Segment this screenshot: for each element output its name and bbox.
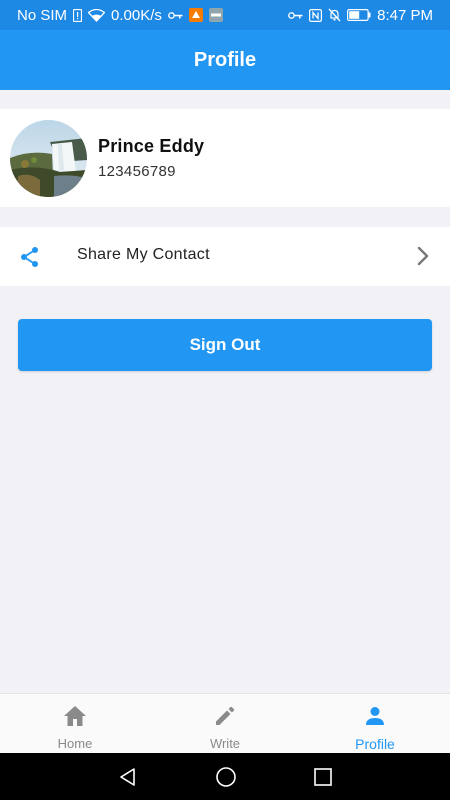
profile-card[interactable]: Prince Eddy 123456789 xyxy=(0,109,450,207)
avatar[interactable] xyxy=(10,119,87,197)
wifi-icon xyxy=(88,8,106,22)
nav-item-write[interactable]: Write xyxy=(150,694,300,753)
sign-out-button[interactable]: Sign Out xyxy=(18,319,432,371)
nfc-icon xyxy=(309,8,323,22)
share-icon xyxy=(18,245,42,274)
chevron-right-icon xyxy=(416,245,430,272)
profile-info: Prince Eddy 123456789 xyxy=(98,136,204,180)
pencil-icon xyxy=(214,705,236,732)
status-time: 8:47 PM xyxy=(377,6,433,24)
bottom-nav: Home Write Profile xyxy=(0,693,450,753)
recents-icon[interactable] xyxy=(313,767,332,786)
status-bar-left: No SIM 0.00K/s xyxy=(17,7,223,24)
home-icon xyxy=(63,705,87,732)
profile-phone: 123456789 xyxy=(98,163,176,180)
carrier-label: No SIM xyxy=(17,6,68,24)
profile-name: Prince Eddy xyxy=(98,136,205,156)
nav-label-profile: Profile xyxy=(355,736,395,752)
app-bar: Profile xyxy=(0,30,450,90)
share-contact-label: Share My Contact xyxy=(77,246,210,263)
battery-icon xyxy=(347,9,371,21)
sim-alert-icon xyxy=(73,8,83,22)
share-contact-row[interactable]: Share My Contact xyxy=(0,227,450,286)
page-title: Profile xyxy=(193,48,257,71)
system-nav-bar xyxy=(0,753,450,800)
network-speed: 0.00K/s xyxy=(111,6,162,24)
person-icon xyxy=(364,705,386,732)
home-circle-icon[interactable] xyxy=(215,766,237,788)
status-bar-right: 8:47 PM xyxy=(288,7,433,24)
nav-label-home: Home xyxy=(57,736,93,751)
nav-item-home[interactable]: Home xyxy=(0,694,150,753)
vpn-key-icon xyxy=(167,11,183,20)
nav-label-write: Write xyxy=(209,736,241,751)
back-icon[interactable] xyxy=(118,767,138,787)
sign-out-label: Sign Out xyxy=(189,335,261,354)
app-notification-icon xyxy=(188,8,203,22)
key-icon xyxy=(288,11,303,20)
nav-item-profile[interactable]: Profile xyxy=(300,694,450,753)
status-bar: No SIM 0.00K/s 8:47 PM xyxy=(0,0,450,30)
mute-icon xyxy=(328,8,341,22)
vpn-badge-icon xyxy=(208,8,223,22)
